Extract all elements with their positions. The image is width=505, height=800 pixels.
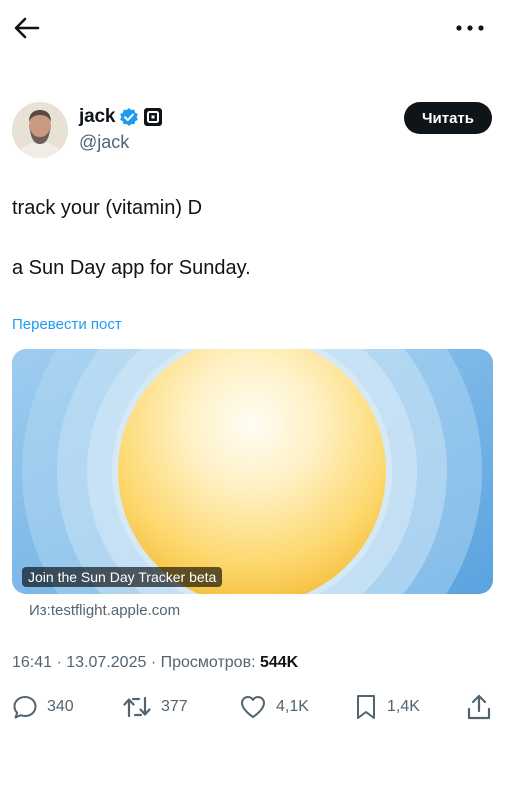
heart-icon bbox=[241, 696, 265, 718]
reply-icon bbox=[13, 696, 37, 719]
author-header: jack @jack Читать bbox=[12, 102, 492, 160]
link-card[interactable]: Join the Sun Day Tracker beta bbox=[12, 349, 493, 594]
tweet-meta: 16:41 · 13.07.2025 · Просмотров: 544K bbox=[12, 654, 298, 672]
follow-button[interactable]: Читать bbox=[403, 102, 492, 134]
card-caption: Join the Sun Day Tracker beta bbox=[22, 567, 223, 587]
user-handle[interactable]: @jack bbox=[79, 132, 129, 153]
meta-separator: · bbox=[56, 654, 62, 671]
translate-post-link[interactable]: Перевести пост bbox=[12, 316, 122, 333]
views-label: Просмотров: bbox=[160, 654, 256, 671]
back-button[interactable] bbox=[12, 14, 42, 42]
verified-badge-icon bbox=[120, 108, 139, 126]
meta-separator: · bbox=[150, 654, 157, 671]
like-button[interactable]: 4,1K bbox=[239, 690, 309, 724]
reply-button[interactable]: 340 bbox=[12, 690, 74, 724]
tweet-text-line-2: a Sun Day app for Sunday. bbox=[12, 257, 251, 279]
avatar-image bbox=[12, 102, 68, 158]
share-button[interactable] bbox=[466, 690, 492, 724]
bookmark-count: 1,4K bbox=[387, 698, 420, 715]
tweet-time[interactable]: 16:41 bbox=[12, 654, 52, 671]
share-icon bbox=[467, 694, 491, 720]
avatar[interactable] bbox=[12, 102, 68, 158]
top-bar bbox=[0, 0, 505, 56]
bookmark-icon bbox=[357, 695, 375, 719]
reply-count: 340 bbox=[47, 698, 74, 715]
like-count: 4,1K bbox=[276, 698, 309, 715]
more-options-button[interactable] bbox=[455, 16, 485, 40]
tweet-text-line-1: track your (vitamin) D bbox=[12, 197, 203, 219]
square-affiliate-icon[interactable] bbox=[143, 107, 163, 127]
repost-count: 377 bbox=[161, 698, 188, 715]
repost-icon bbox=[123, 696, 151, 718]
sun-card-image bbox=[12, 349, 493, 594]
name-line: jack bbox=[79, 106, 163, 128]
display-name[interactable]: jack bbox=[79, 106, 115, 128]
card-source-link[interactable]: Из:testflight.apple.com bbox=[29, 602, 180, 619]
more-horizontal-icon bbox=[456, 25, 484, 31]
bookmark-button[interactable]: 1,4K bbox=[354, 690, 420, 724]
repost-button[interactable]: 377 bbox=[122, 690, 188, 724]
tweet-date[interactable]: 13.07.2025 bbox=[66, 654, 146, 671]
views-count: 544K bbox=[259, 654, 299, 671]
arrow-left-icon bbox=[14, 17, 40, 39]
action-bar: 340 377 4,1K 1,4K bbox=[0, 690, 505, 726]
